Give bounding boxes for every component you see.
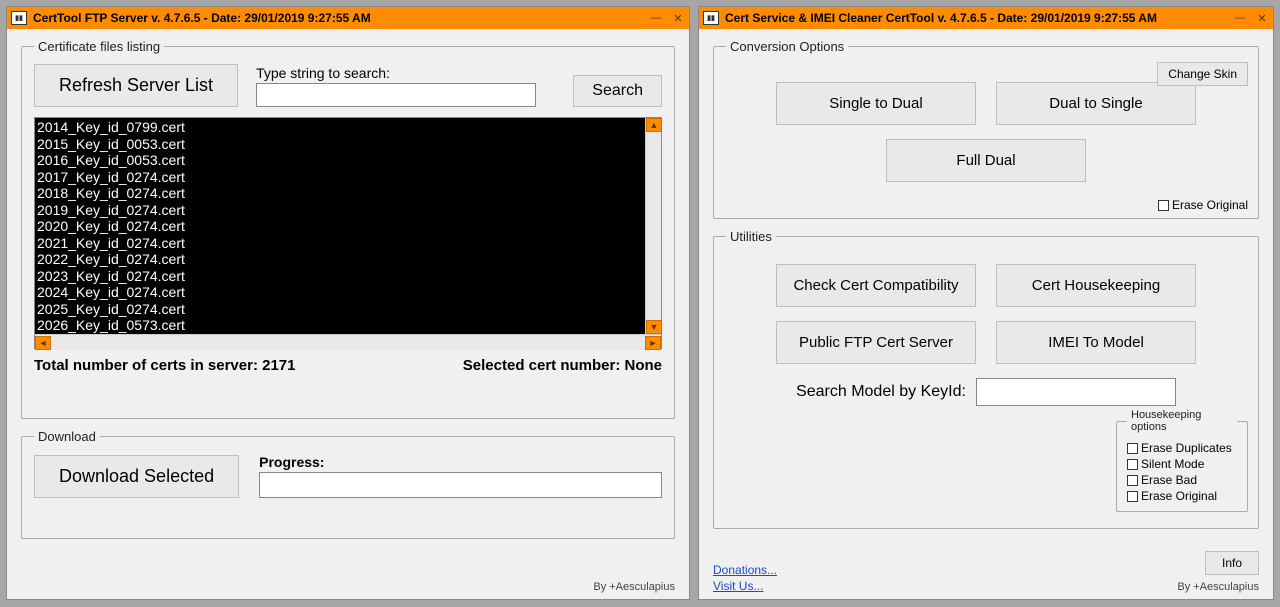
credit-label: By +Aesculapius [1177, 581, 1259, 593]
utilities-group: Utilities Check Cert Compatibility Cert … [713, 229, 1259, 529]
imei-to-model-button[interactable]: IMEI To Model [996, 321, 1196, 364]
cert-listbox[interactable]: 2014_Key_id_0799.cert2015_Key_id_0053.ce… [34, 117, 662, 349]
refresh-server-button[interactable]: Refresh Server List [34, 64, 238, 107]
visit-us-link[interactable]: Visit Us... [713, 579, 777, 593]
list-item[interactable]: 2017_Key_id_0274.cert [37, 169, 659, 186]
list-item[interactable]: 2023_Key_id_0274.cert [37, 268, 659, 285]
ftp-server-window: ▮▮ CertTool FTP Server v. 4.7.6.5 - Date… [6, 6, 690, 600]
list-item[interactable]: 2019_Key_id_0274.cert [37, 202, 659, 219]
list-item[interactable]: 2021_Key_id_0274.cert [37, 235, 659, 252]
window-title: CertTool FTP Server v. 4.7.6.5 - Date: 2… [33, 11, 649, 25]
check-cert-compat-button[interactable]: Check Cert Compatibility [776, 264, 976, 307]
scroll-down-icon[interactable]: ▼ [646, 320, 662, 334]
minimize-icon[interactable]: — [649, 11, 663, 25]
search-model-label: Search Model by KeyId: [796, 383, 966, 401]
minimize-icon[interactable]: — [1233, 11, 1247, 25]
conversion-legend: Conversion Options [726, 39, 848, 54]
credit-label: By +Aesculapius [593, 581, 675, 593]
close-icon[interactable]: ✕ [671, 11, 685, 25]
download-selected-button[interactable]: Download Selected [34, 455, 239, 498]
scroll-left-icon[interactable]: ◄ [35, 336, 51, 350]
dual-to-single-button[interactable]: Dual to Single [996, 82, 1196, 125]
progress-label: Progress: [259, 454, 662, 470]
list-item[interactable]: 2014_Key_id_0799.cert [37, 119, 659, 136]
total-certs-label: Total number of certs in server: 2171 [34, 357, 295, 374]
titlebar[interactable]: ▮▮ Cert Service & IMEI Cleaner CertTool … [699, 7, 1273, 29]
scroll-right-icon[interactable]: ► [645, 336, 661, 350]
search-label: Type string to search: [256, 65, 555, 81]
list-item[interactable]: 2024_Key_id_0274.cert [37, 284, 659, 301]
full-dual-button[interactable]: Full Dual [886, 139, 1086, 182]
erase-original-checkbox[interactable]: Erase Original [1158, 198, 1248, 212]
cert-listing-legend: Certificate files listing [34, 39, 164, 54]
vertical-scrollbar[interactable]: ▲ ▼ [645, 118, 661, 334]
public-ftp-button[interactable]: Public FTP Cert Server [776, 321, 976, 364]
list-item[interactable]: 2016_Key_id_0053.cert [37, 152, 659, 169]
horizontal-scrollbar[interactable]: ◄ ► [35, 334, 661, 350]
cert-housekeeping-button[interactable]: Cert Housekeeping [996, 264, 1196, 307]
list-item[interactable]: 2015_Key_id_0053.cert [37, 136, 659, 153]
app-icon: ▮▮ [703, 11, 719, 25]
scroll-up-icon[interactable]: ▲ [646, 118, 662, 132]
download-group: Download Download Selected Progress: [21, 429, 675, 539]
cert-service-window: ▮▮ Cert Service & IMEI Cleaner CertTool … [698, 6, 1274, 600]
housekeeping-legend: Housekeeping options [1127, 409, 1237, 433]
app-icon: ▮▮ [11, 11, 27, 25]
download-legend: Download [34, 429, 100, 444]
titlebar[interactable]: ▮▮ CertTool FTP Server v. 4.7.6.5 - Date… [7, 7, 689, 29]
search-button[interactable]: Search [573, 75, 662, 107]
erase-duplicates-checkbox[interactable]: Erase Duplicates [1127, 441, 1237, 455]
change-skin-button[interactable]: Change Skin [1157, 62, 1248, 86]
list-item[interactable]: 2026_Key_id_0573.cert [37, 317, 659, 334]
list-item[interactable]: 2022_Key_id_0274.cert [37, 251, 659, 268]
housekeeping-options-group: Housekeeping options Erase Duplicates Si… [1116, 409, 1248, 512]
list-item[interactable]: 2025_Key_id_0274.cert [37, 301, 659, 318]
donations-link[interactable]: Donations... [713, 563, 777, 577]
erase-original-hk-checkbox[interactable]: Erase Original [1127, 489, 1237, 503]
progress-bar [259, 472, 662, 498]
conversion-group: Conversion Options Change Skin Single to… [713, 39, 1259, 219]
silent-mode-checkbox[interactable]: Silent Mode [1127, 457, 1237, 471]
window-title: Cert Service & IMEI Cleaner CertTool v. … [725, 11, 1233, 25]
search-model-input[interactable] [976, 378, 1176, 406]
search-input[interactable] [256, 83, 536, 107]
list-item[interactable]: 2020_Key_id_0274.cert [37, 218, 659, 235]
cert-listing-group: Certificate files listing Refresh Server… [21, 39, 675, 419]
erase-bad-checkbox[interactable]: Erase Bad [1127, 473, 1237, 487]
selected-cert-label: Selected cert number: None [463, 357, 662, 374]
single-to-dual-button[interactable]: Single to Dual [776, 82, 976, 125]
utilities-legend: Utilities [726, 229, 776, 244]
info-button[interactable]: Info [1205, 551, 1259, 575]
close-icon[interactable]: ✕ [1255, 11, 1269, 25]
list-item[interactable]: 2018_Key_id_0274.cert [37, 185, 659, 202]
